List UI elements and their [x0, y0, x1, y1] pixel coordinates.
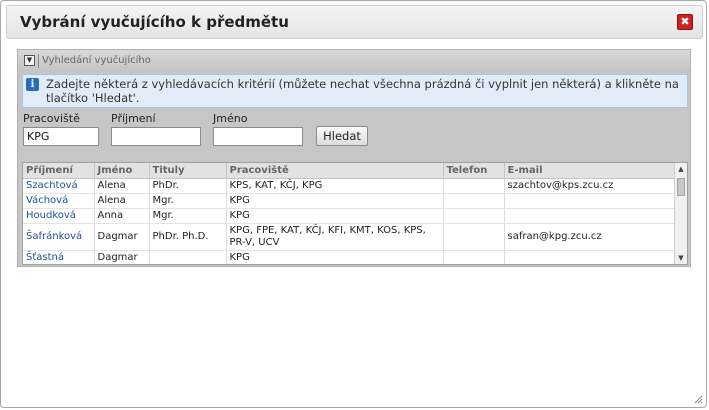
cell-email: szachtov@kps.zcu.cz: [504, 178, 675, 194]
cell-name: Dagmar: [94, 223, 150, 251]
column-header-telefon[interactable]: Telefon: [443, 163, 505, 179]
table-row[interactable]: Šťastná Dagmar KPG: [23, 250, 675, 264]
cell-surname[interactable]: Šťastná: [23, 250, 95, 264]
table-row[interactable]: Váchová Alena Mgr. KPG: [23, 193, 675, 209]
cell-surname[interactable]: Váchová: [23, 193, 95, 209]
cell-titles: Mgr.: [149, 208, 227, 224]
cell-phone: [443, 223, 505, 251]
cell-name: Anna: [94, 208, 150, 224]
search-button[interactable]: Hledat: [316, 126, 368, 146]
table-row[interactable]: Houdková Anna Mgr. KPG: [23, 208, 675, 224]
cell-email: [504, 193, 675, 209]
close-icon[interactable]: ✖: [677, 14, 693, 30]
search-panel-header: ▼ Vyhledání vyučujícího: [18, 50, 690, 72]
cell-name: Alena: [94, 178, 150, 194]
cell-titles: PhDr. Ph.D.: [149, 223, 227, 251]
cell-email: [504, 208, 675, 224]
cell-phone: [443, 178, 505, 194]
column-header-email[interactable]: E-mail: [504, 163, 675, 179]
table-header-row: Příjmení Jméno Tituly Pracoviště Telefon…: [23, 163, 675, 179]
cell-workplace: KPG: [226, 250, 444, 264]
collapse-toggle-icon[interactable]: ▼: [24, 55, 35, 66]
dialog-titlebar[interactable]: Vybrání vyučujícího k předmětu ✖: [6, 5, 703, 39]
cell-email: safran@kpg.zcu.cz: [504, 223, 675, 251]
cell-surname[interactable]: Šafránková: [23, 223, 95, 251]
info-message: i Zadejte některá z vyhledávacích kritér…: [22, 74, 688, 108]
column-header-tituly[interactable]: Tituly: [149, 163, 227, 179]
cell-phone: [443, 250, 505, 264]
cell-workplace: KPG, FPE, KAT, KČJ, KFI, KMT, KOS, KPS, …: [226, 223, 444, 251]
search-panel-title: Vyhledání vyučujícího: [42, 55, 151, 66]
cell-name: Dagmar: [94, 250, 150, 264]
pracoviste-input[interactable]: [23, 127, 99, 146]
cell-titles: [149, 250, 227, 264]
cell-surname[interactable]: Houdková: [23, 208, 95, 224]
cell-name: Alena: [94, 193, 150, 209]
column-header-pracoviste[interactable]: Pracoviště: [226, 163, 444, 179]
results-grid: Příjmení Jméno Tituly Pracoviště Telefon…: [23, 163, 675, 264]
column-header-jmeno[interactable]: Jméno: [94, 163, 150, 179]
prijmeni-label: Příjmení: [111, 112, 156, 125]
panel-header-divider: [38, 54, 39, 68]
scroll-down-icon[interactable]: ▼: [675, 252, 687, 264]
cell-email: [504, 250, 675, 264]
cell-titles: PhDr.: [149, 178, 227, 194]
cell-surname[interactable]: Szachtová: [23, 178, 95, 194]
resize-grip-icon[interactable]: [693, 394, 703, 404]
info-message-text: Zadejte některá z vyhledávacích kritérií…: [46, 77, 679, 105]
cell-workplace: KPG: [226, 208, 444, 224]
results-table: Příjmení Jméno Tituly Pracoviště Telefon…: [22, 162, 688, 265]
scrollbar-thumb[interactable]: [677, 178, 685, 196]
teacher-select-dialog: Vybrání vyučujícího k předmětu ✖ ▼ Vyhle…: [0, 0, 707, 408]
table-row[interactable]: Szachtová Alena PhDr. KPS, KAT, KČJ, KPG…: [23, 178, 675, 194]
cell-workplace: KPS, KAT, KČJ, KPG: [226, 178, 444, 194]
prijmeni-input[interactable]: [111, 127, 201, 146]
column-header-prijmeni[interactable]: Příjmení: [23, 163, 95, 179]
cell-phone: [443, 208, 505, 224]
pracoviste-label: Pracoviště: [23, 112, 80, 125]
info-icon: i: [26, 78, 39, 91]
results-scrollbar[interactable]: ▲ ▼: [674, 163, 687, 264]
cell-workplace: KPG: [226, 193, 444, 209]
cell-titles: Mgr.: [149, 193, 227, 209]
jmeno-label: Jméno: [213, 112, 248, 125]
search-panel: ▼ Vyhledání vyučujícího i Zadejte někter…: [17, 49, 691, 267]
scroll-up-icon[interactable]: ▲: [675, 163, 687, 175]
dialog-title: Vybrání vyučujícího k předmětu: [20, 13, 289, 31]
cell-phone: [443, 193, 505, 209]
table-row[interactable]: Šafránková Dagmar PhDr. Ph.D. KPG, FPE, …: [23, 223, 675, 251]
jmeno-input[interactable]: [213, 127, 303, 146]
